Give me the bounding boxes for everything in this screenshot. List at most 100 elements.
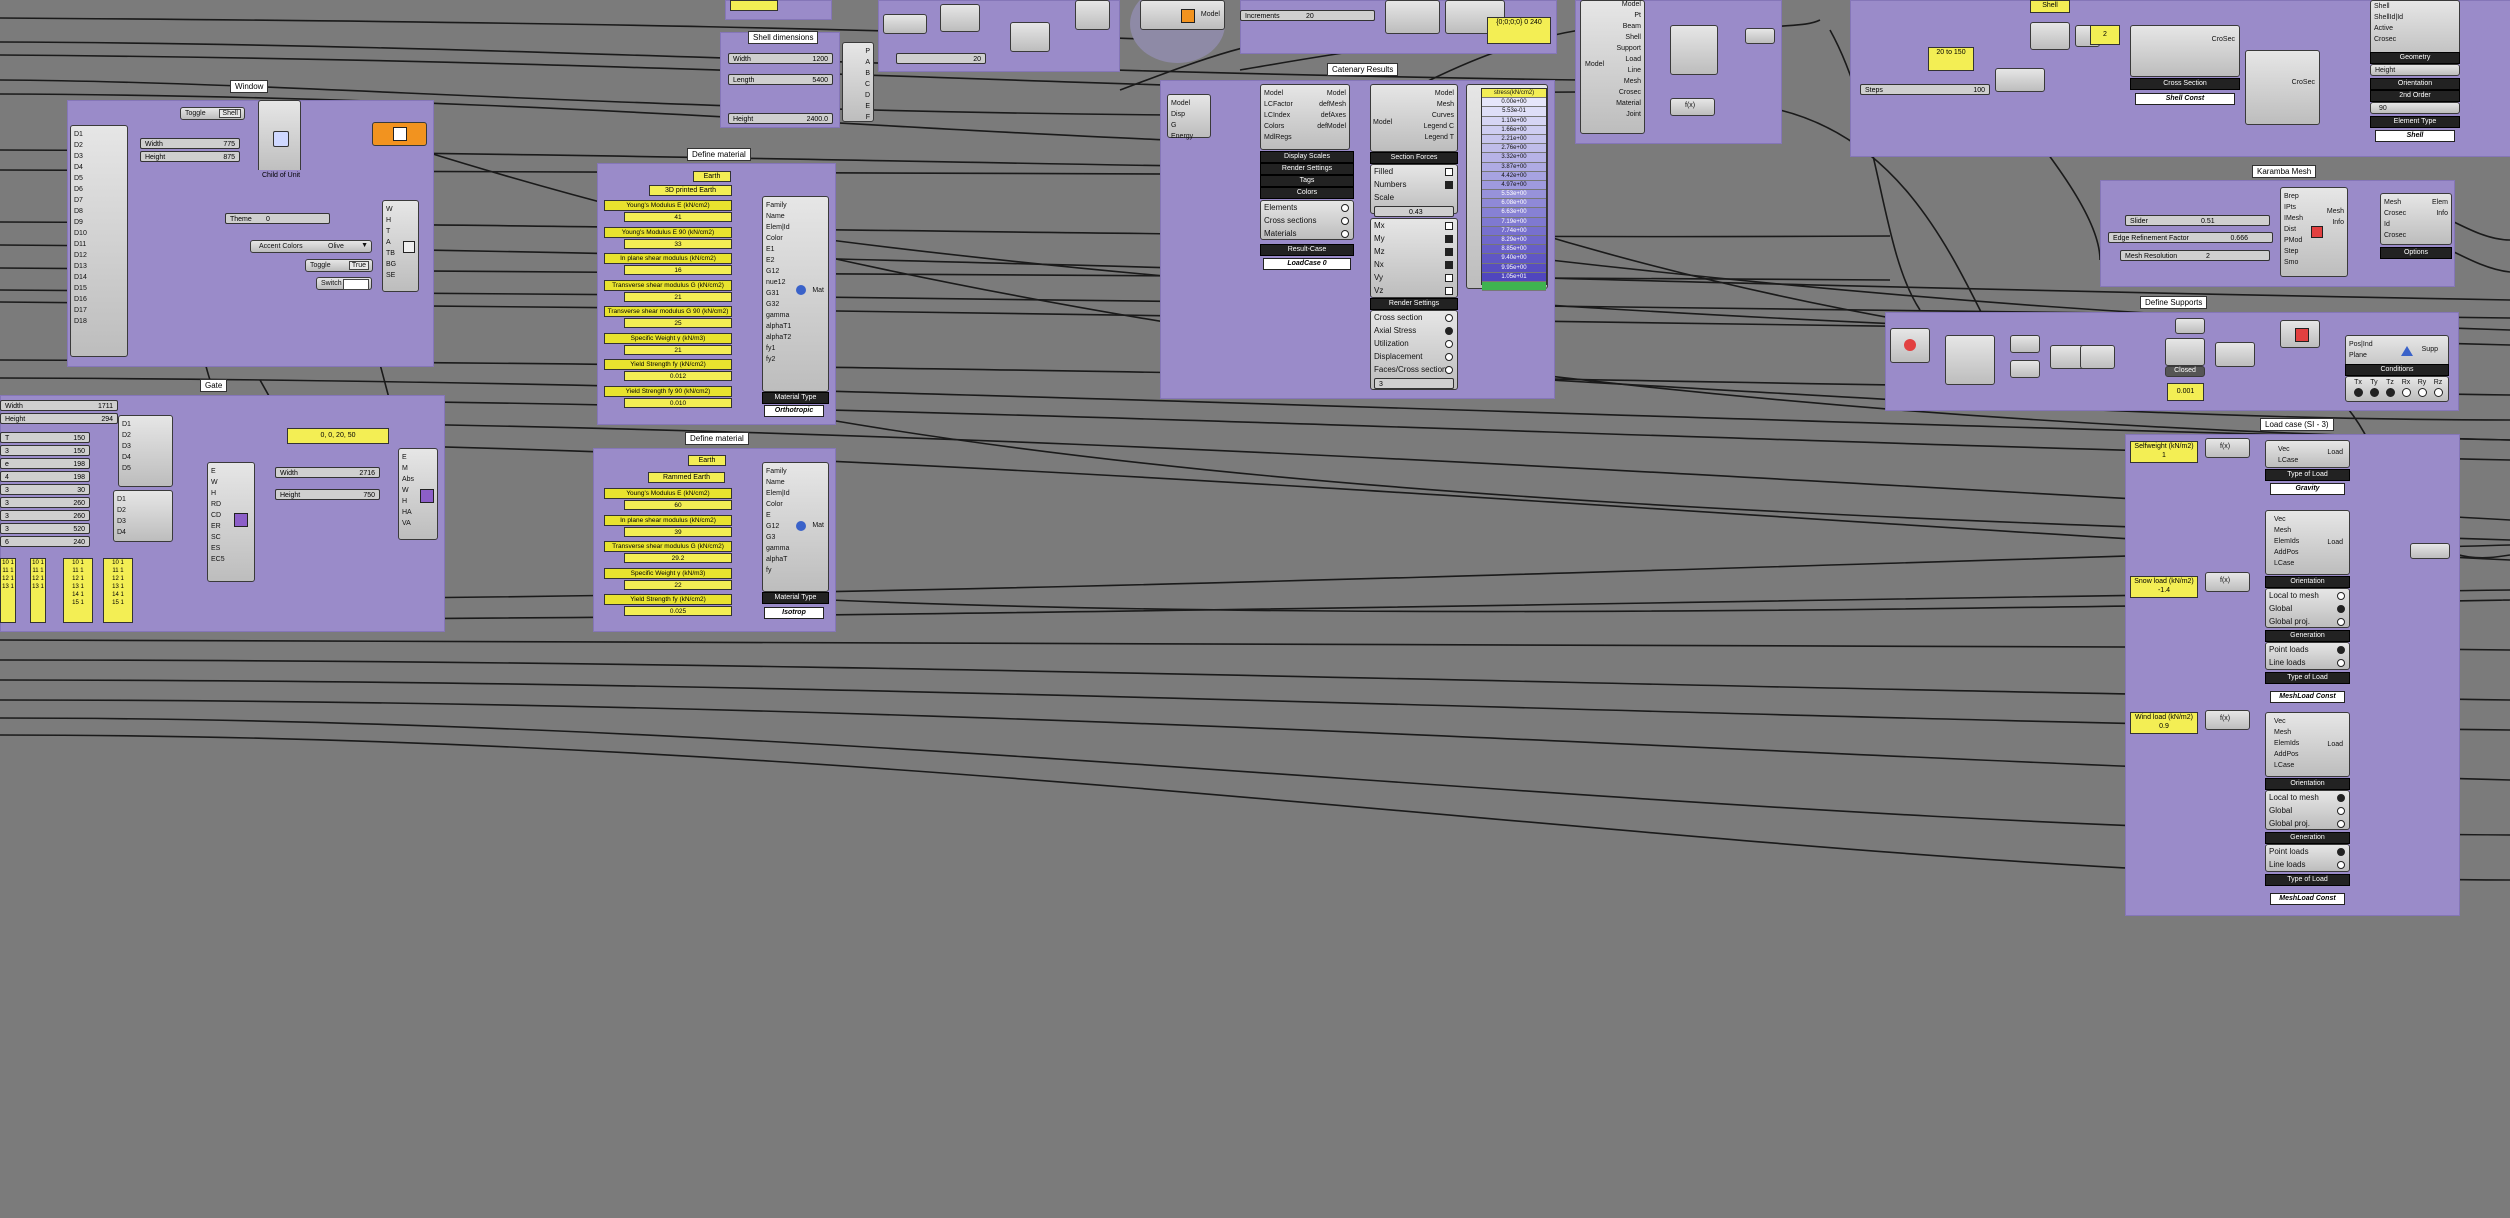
input-port[interactable]: AddPos — [2274, 547, 2299, 558]
material2-family-panel[interactable]: Earth — [688, 455, 726, 466]
material1-type-dropdown[interactable]: Orthotropic — [764, 405, 824, 417]
top-comp-c[interactable] — [1010, 22, 1050, 52]
render-option[interactable]: Displacement — [1371, 350, 1457, 363]
mesh-load-component-2[interactable]: Vec Mesh ElemIds AddPos LCase Load — [2265, 712, 2350, 777]
range-panel[interactable]: 20 to 150 — [1928, 47, 1974, 71]
display-bar[interactable]: Render Settings — [1260, 163, 1354, 175]
render-option[interactable]: Cross section — [1371, 311, 1457, 324]
input-port[interactable]: Vec — [2274, 514, 2299, 525]
meshload-dropdown-2[interactable]: MeshLoad Const — [2270, 893, 2345, 905]
material-slider-value[interactable]: 60 — [624, 500, 732, 510]
input-port[interactable]: Line — [1616, 65, 1641, 76]
input-port[interactable]: D1 — [74, 129, 87, 140]
shell-crosec-component[interactable]: CroSec — [2245, 50, 2320, 125]
load-option[interactable]: Global proj. — [2266, 817, 2349, 830]
model-view-component[interactable]: Model Disp G Energy — [1167, 94, 1211, 140]
input-port[interactable]: Name — [766, 211, 791, 222]
input-port[interactable]: D3 — [122, 441, 131, 452]
gate-row-slider[interactable]: 3 520 — [0, 523, 90, 534]
input-port[interactable]: Elem|Id — [766, 488, 790, 499]
input-port[interactable]: ElemIds — [2274, 536, 2299, 547]
gate-dam-2[interactable]: D1 D2 D3 D4 — [113, 490, 173, 542]
force-option-checkbox[interactable] — [1445, 287, 1453, 295]
input-port[interactable]: Mesh — [2274, 727, 2299, 738]
input-port[interactable]: gamma — [766, 543, 790, 554]
snow-panel[interactable]: Snow load (kN/m2) -1.4 — [2130, 576, 2198, 598]
material-slider-value[interactable]: 0.012 — [624, 371, 732, 381]
gate-list-panel[interactable]: 10 1 11 1 12 1 13 1 14 1 15 1 — [63, 558, 93, 623]
input-port[interactable]: gamma — [766, 310, 791, 321]
support-comp-1[interactable] — [1890, 328, 1930, 363]
increments-slider[interactable]: Increments 20 — [1240, 10, 1375, 21]
input-port[interactable]: Joint — [1616, 109, 1641, 120]
render-option[interactable]: Faces/Cross section — [1371, 363, 1457, 376]
material-slider-value[interactable]: 25 — [624, 318, 732, 328]
loadcase-dropdown[interactable]: LoadCase 0 — [1263, 258, 1351, 270]
output-port[interactable]: TB — [386, 248, 396, 259]
input-port[interactable]: D3 — [74, 151, 87, 162]
legend-component[interactable]: stress(kN/cm2) 0.00e+00 5.53e-01 1.10e+00 1… — [1466, 84, 1548, 292]
input-port[interactable]: G3 — [766, 532, 790, 543]
top-comp-b[interactable] — [940, 4, 980, 32]
support-comp-6[interactable] — [2080, 345, 2115, 369]
output-port[interactable]: Legend T — [1424, 132, 1454, 143]
input-port[interactable]: alphaT — [766, 554, 790, 565]
point-component[interactable]: PABCDEF — [842, 42, 874, 122]
shell-view-component[interactable]: Model Model Mesh Curves Legend C Legend T — [1370, 84, 1458, 152]
input-port[interactable]: D1 — [122, 419, 131, 430]
load-option[interactable]: Local to mesh — [2266, 791, 2349, 804]
top-yellow-panel[interactable] — [730, 0, 778, 11]
input-port[interactable]: LCFactor — [1264, 99, 1293, 110]
child-window-component[interactable] — [258, 100, 301, 175]
output-port[interactable]: Info — [2432, 208, 2448, 219]
input-port[interactable]: D14 — [74, 272, 87, 283]
output-port[interactable]: BG — [386, 259, 396, 270]
segments-slider[interactable]: 20 — [896, 53, 986, 64]
gate-list-panel[interactable]: 10 1 11 1 12 1 13 1 14 1 15 1 — [103, 558, 133, 623]
material-slider-value[interactable]: 0.010 — [624, 397, 732, 408]
force-option-checkbox[interactable] — [1445, 222, 1453, 230]
rotation-row[interactable]: 90 — [2370, 102, 2460, 114]
material2-type-dropdown[interactable]: Isotrop — [764, 607, 824, 619]
output-port[interactable]: Model — [1424, 88, 1454, 99]
top-comp-e[interactable] — [1670, 25, 1718, 75]
steps-slider[interactable]: Steps 100 — [1860, 84, 1990, 95]
display-option[interactable]: Materials — [1261, 227, 1353, 240]
force-option-checkbox[interactable] — [1445, 248, 1453, 256]
input-port[interactable]: D1 — [117, 494, 126, 505]
material-slider-label[interactable]: Young's Modulus E (kN/cm2) — [604, 200, 732, 211]
selfweight-panel[interactable]: Selfweight (kN/m2) 1 — [2130, 441, 2198, 463]
input-port[interactable]: D2 — [122, 430, 131, 441]
display-option-radio[interactable] — [1341, 217, 1349, 225]
load-option[interactable]: Point loads — [2266, 845, 2349, 858]
input-port[interactable]: G32 — [766, 299, 791, 310]
input-port[interactable]: E1 — [766, 244, 791, 255]
input-port[interactable]: alphaT2 — [766, 332, 791, 343]
load-option-radio[interactable] — [2337, 646, 2345, 654]
load-option-radio[interactable] — [2337, 605, 2345, 613]
material-slider-value[interactable]: 39 — [624, 526, 732, 537]
gate-row-slider[interactable]: e 198 — [0, 458, 90, 469]
port[interactable]: SC — [211, 532, 225, 543]
input-port[interactable]: fy2 — [766, 354, 791, 365]
wind-fx[interactable]: f(x) — [2205, 710, 2250, 730]
input-port[interactable]: Step — [2284, 246, 2303, 257]
display-option[interactable]: Elements — [1261, 201, 1353, 214]
port[interactable]: EC5 — [211, 554, 225, 565]
input-port[interactable]: alphaT1 — [766, 321, 791, 332]
load-option-radio[interactable] — [2337, 861, 2345, 869]
material-slider-value[interactable]: 21 — [624, 344, 732, 355]
output-port[interactable]: F — [865, 112, 870, 123]
render-option-radio[interactable] — [1445, 340, 1453, 348]
material-slider-label[interactable]: Yield Strength fy 90 (kN/cm2) — [604, 385, 732, 397]
input-port[interactable]: IMesh — [2284, 213, 2303, 224]
mesh-load-component-1[interactable]: Vec Mesh ElemIds AddPos LCase Load — [2265, 510, 2350, 575]
cross-section-dropdown[interactable]: Shell Const — [2135, 93, 2235, 105]
input-port[interactable]: Crosec — [2384, 208, 2406, 219]
scale-option[interactable]: Scale — [1371, 191, 1457, 204]
output-port[interactable]: defMesh — [1317, 99, 1346, 110]
input-port[interactable]: G12 — [766, 521, 790, 532]
condition-checkbox[interactable] — [2369, 388, 2379, 397]
input-port[interactable]: D11 — [74, 239, 87, 250]
material-slider-label[interactable]: Transverse shear modulus G (kN/cm2) — [604, 279, 732, 291]
